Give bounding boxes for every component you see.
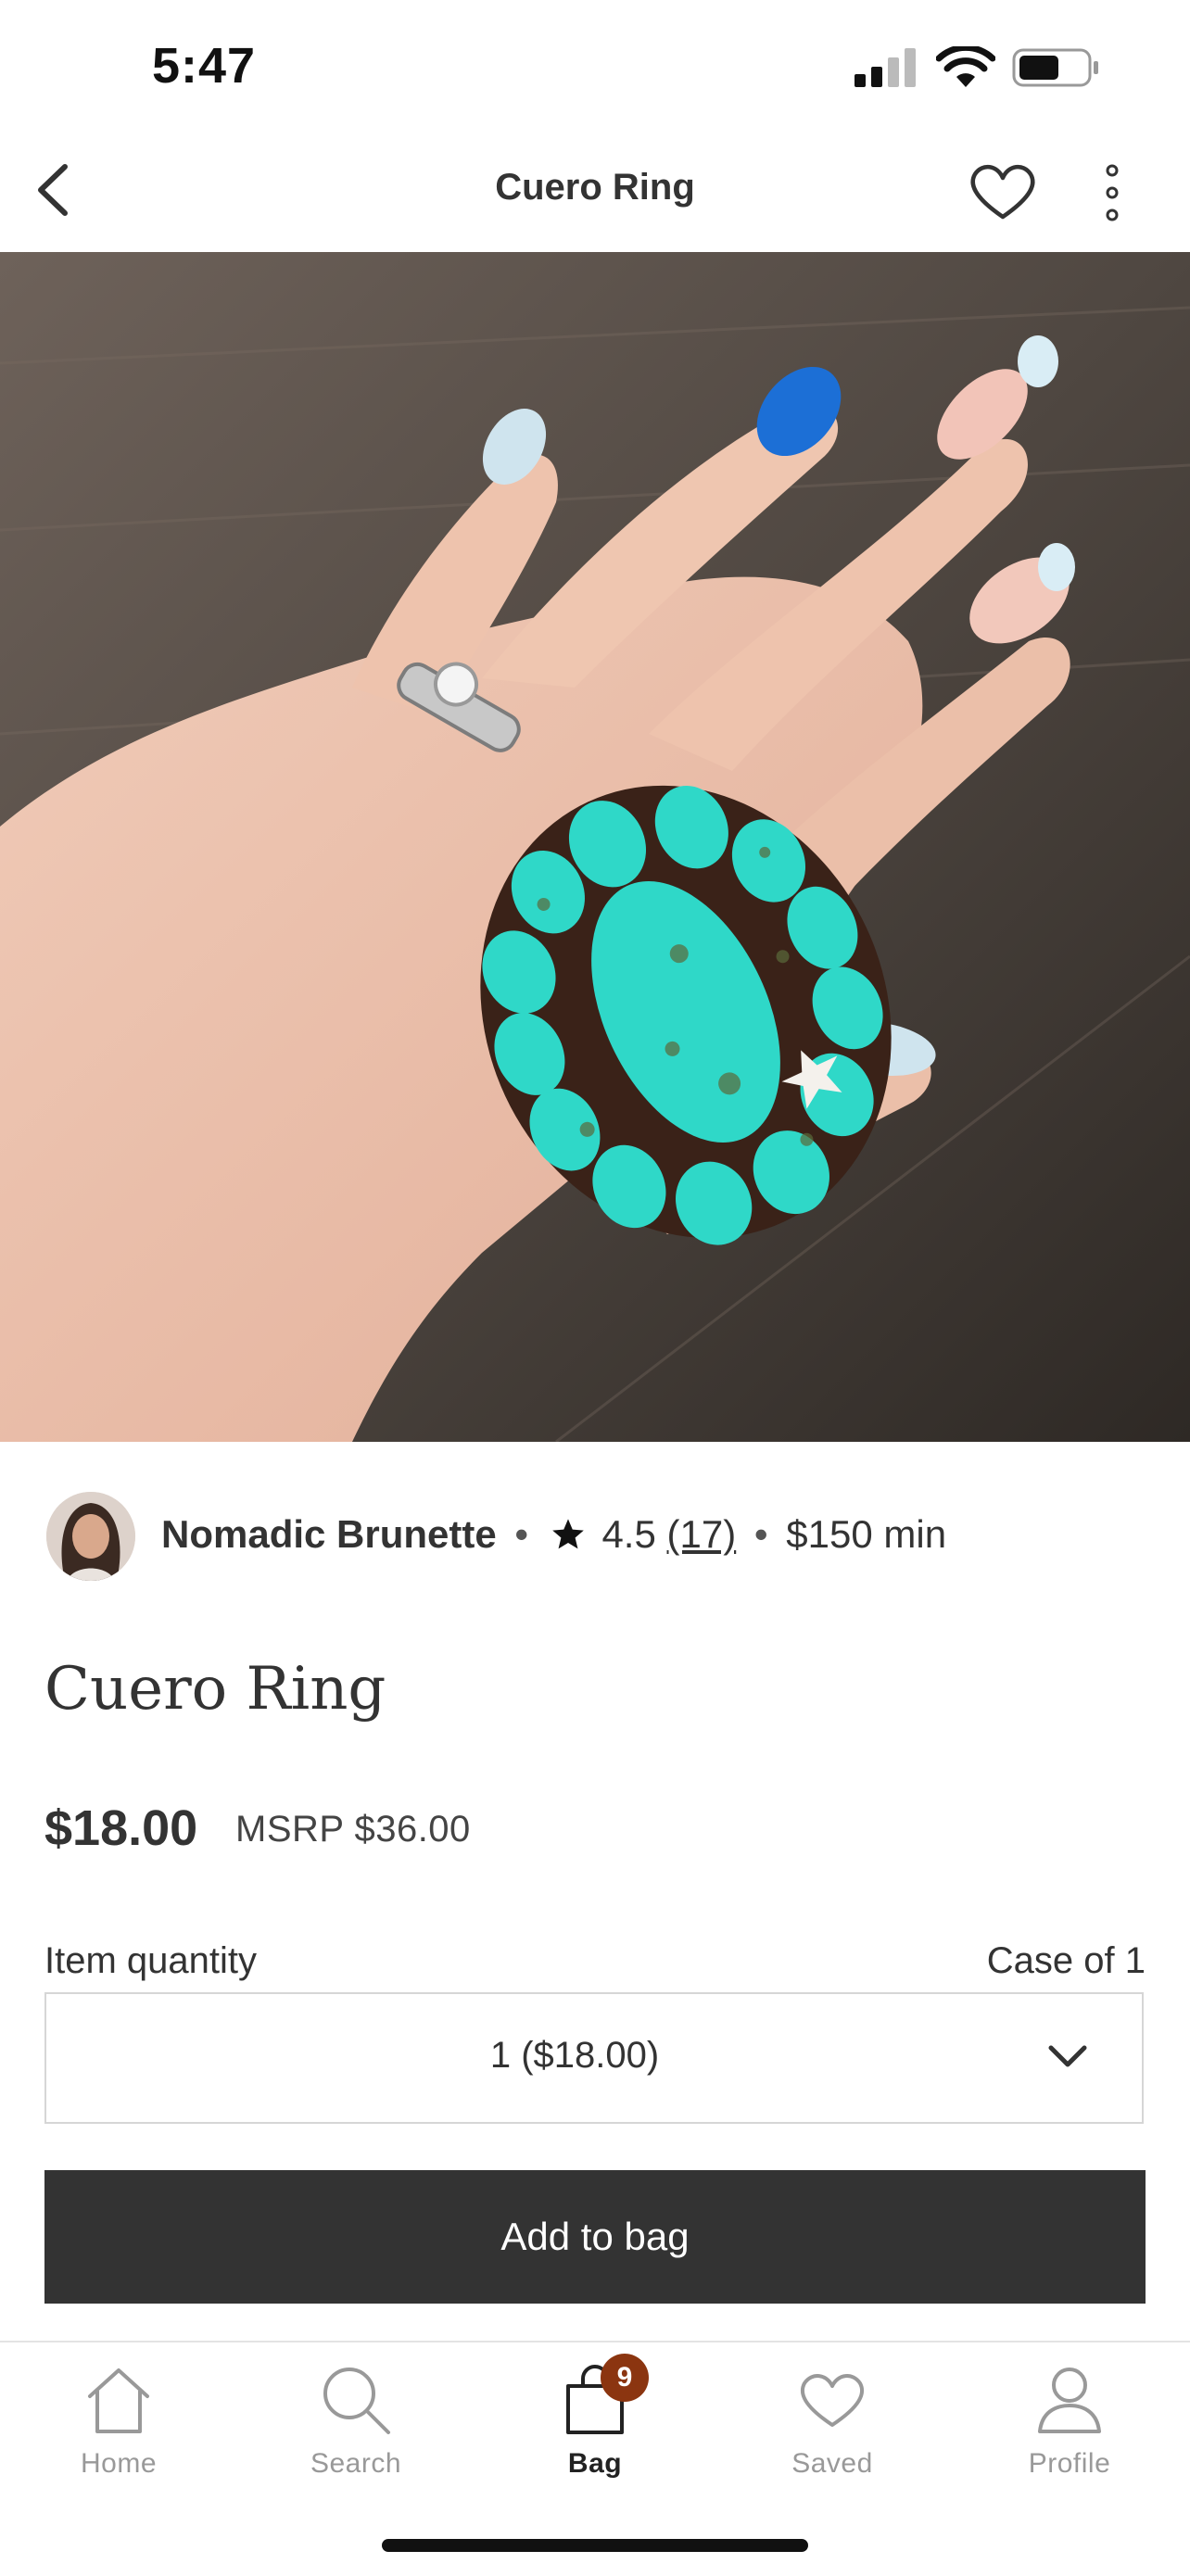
product-msrp: MSRP $36.00 <box>235 1809 471 1850</box>
battery-icon <box>1012 48 1101 92</box>
order-minimum: $150 min <box>786 1512 947 1556</box>
rating-count-link[interactable]: (17) <box>667 1512 737 1556</box>
profile-icon <box>1038 2368 1101 2433</box>
wifi-icon <box>935 44 996 94</box>
tab-profile-label: Profile <box>1028 2448 1111 2479</box>
separator: • <box>753 1512 768 1556</box>
tab-home-label: Home <box>80 2448 158 2479</box>
star-icon <box>551 1519 584 1549</box>
back-button[interactable] <box>28 158 83 222</box>
seller-name-link[interactable]: Nomadic Brunette <box>161 1512 497 1556</box>
home-indicator <box>382 2539 808 2552</box>
product-price: $18.00 <box>44 1800 198 1856</box>
product-title: Cuero Ring <box>44 1655 386 1724</box>
favorite-button[interactable] <box>966 159 1040 224</box>
quantity-select[interactable]: 1 ($18.00) <box>44 1992 1144 2124</box>
status-time: 5:47 <box>152 38 257 94</box>
tab-home[interactable]: Home <box>26 2363 211 2480</box>
case-size-label: Case of 1 <box>986 1940 1146 1981</box>
heart-icon <box>970 165 1035 220</box>
product-image[interactable] <box>0 252 1190 1442</box>
search-icon <box>323 2368 390 2434</box>
more-vertical-icon <box>1106 164 1119 221</box>
chevron-left-icon <box>38 164 68 216</box>
cellular-signal-icon <box>853 48 918 92</box>
tab-search[interactable]: Search <box>263 2363 449 2480</box>
bag-count-badge: 9 <box>601 2354 649 2402</box>
add-to-bag-button[interactable]: Add to bag <box>44 2170 1146 2304</box>
tab-search-label: Search <box>310 2448 402 2479</box>
seller-rating: 4.5 <box>601 1512 656 1556</box>
chevron-down-icon <box>1048 2045 1087 2067</box>
seller-info: Nomadic Brunette • 4.5 (17) • $150 min <box>161 1509 946 1560</box>
tab-bag[interactable]: Bag <box>502 2363 688 2480</box>
more-options-button[interactable] <box>1094 158 1131 228</box>
separator: • <box>514 1512 529 1556</box>
tab-saved-label: Saved <box>791 2448 873 2479</box>
seller-avatar[interactable] <box>46 1492 135 1581</box>
heart-icon <box>800 2374 865 2427</box>
quantity-label: Item quantity <box>44 1940 258 1981</box>
quantity-selected-value: 1 ($18.00) <box>489 2035 660 2076</box>
home-icon <box>88 2368 149 2433</box>
tab-saved[interactable]: Saved <box>740 2363 925 2480</box>
tab-profile[interactable]: Profile <box>977 2363 1162 2480</box>
tab-bag-label: Bag <box>567 2448 623 2479</box>
